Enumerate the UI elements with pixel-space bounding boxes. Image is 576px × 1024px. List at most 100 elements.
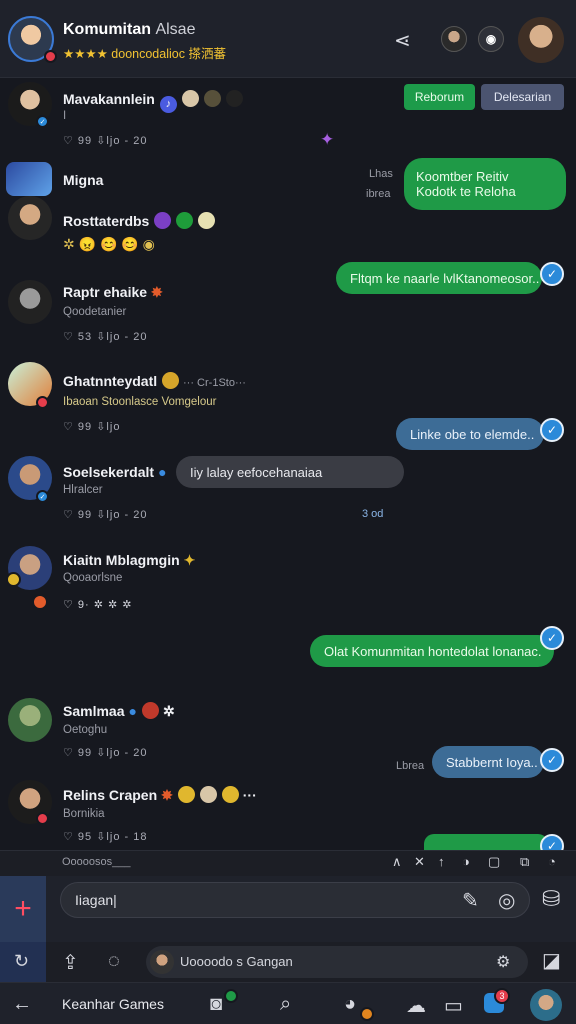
emoji-icon — [176, 212, 194, 229]
emoji-icon — [154, 212, 172, 229]
user-name: Ghatnnteydatl ··· Cr-1Sto··· — [63, 372, 246, 389]
member-avatar[interactable] — [441, 26, 467, 52]
share-icon[interactable]: ⇪ — [62, 950, 79, 975]
composer: + Iiagan| ✎ ◎ ⛁ — [0, 876, 576, 942]
bottom-nav: ← Keanhar Games ◙ ⌕ ◕ ☁ ▭ 3 — [0, 982, 576, 1024]
fire-icon: ✸ — [161, 787, 173, 803]
add-attachment-button[interactable]: + — [0, 876, 46, 942]
timestamp: Lhas — [369, 168, 393, 180]
format-icon[interactable]: ∧ — [392, 854, 402, 870]
read-check-icon: ✓ — [540, 748, 564, 772]
settings-icon[interactable]: ⚙ — [496, 952, 510, 972]
linked-user-chip[interactable]: Uoooodo s Gangan ⚙ — [146, 946, 528, 978]
settings-icon[interactable]: ◉ — [478, 26, 504, 52]
emoji-icon — [162, 372, 180, 389]
alert-badge — [32, 594, 48, 610]
read-check-icon: ✓ — [540, 262, 564, 286]
fire-icon: ✸ — [151, 284, 163, 300]
chat-icon[interactable]: ☁ — [406, 993, 426, 1018]
game-avatar[interactable] — [6, 162, 52, 196]
gamepad-icon[interactable]: ◕ — [344, 993, 356, 1016]
record-icon[interactable]: ◎ — [498, 888, 515, 913]
chat-subtitle: ★★★★ dooncodalioc 搽洒蕃 — [63, 47, 226, 61]
profile-avatar[interactable] — [518, 17, 564, 63]
outgoing-bubble[interactable]: Linke obe to elemde.. — [396, 418, 544, 450]
emoji-icon[interactable]: ◑ — [462, 854, 470, 869]
outgoing-bubble[interactable]: Stabbernt Ioya.. — [432, 746, 544, 778]
verified-icon: ✓ — [36, 490, 49, 503]
box-icon[interactable]: ▢ — [488, 854, 500, 870]
emoji-icon: ♪ — [159, 96, 177, 113]
avatar[interactable] — [8, 698, 52, 742]
user-name: Kiaitn Mblagmgin ✦ — [63, 552, 196, 568]
pencil-icon[interactable]: ✎ — [462, 888, 479, 913]
emoji-icon — [221, 786, 239, 803]
message-stats: ♡ 99 ⇩ljo - 20 — [63, 135, 148, 147]
avatar — [150, 950, 174, 974]
verified-icon: ✓ — [36, 115, 49, 128]
outgoing-bubble[interactable]: Fltqm ke naarle lvlKtanomeosor.. — [336, 262, 542, 294]
message-preview: Ibaoan Stoonlasce Vomgelour — [63, 396, 217, 408]
share-icon[interactable]: ⋖ — [394, 28, 411, 53]
back-icon[interactable]: ← — [12, 993, 32, 1016]
emoji-icon — [141, 702, 159, 719]
message-preview: Hlralcer — [63, 484, 103, 496]
message-list[interactable]: ✓ Mavakannlein ♪ I ♡ 99 ⇩ljo - 20 Reborum… — [0, 78, 576, 850]
camera-icon[interactable]: ◙ — [210, 993, 222, 1016]
emoji-icon — [181, 90, 199, 107]
composer-toolbar: ↻ ⇪ ◌ Uoooodo s Gangan ⚙ ◪ — [0, 942, 576, 982]
timestamp: Lbrea — [396, 760, 425, 772]
status-badge — [224, 989, 238, 1003]
chat-title: Komumitan Alsae — [63, 21, 196, 38]
incoming-bubble[interactable]: Iiy lalay eefocehanaiaa — [176, 456, 404, 488]
message-preview: Qoodetanier — [63, 306, 127, 318]
avatar[interactable] — [8, 196, 52, 240]
composer-status-bar: Ooooosos___ ∧ ✕ ↑ ◑ ▢ ⧉ ◔ — [0, 850, 576, 876]
sparkle-icon: ✲ — [162, 703, 175, 719]
refresh-icon: ↻ — [14, 951, 30, 971]
alert-badge — [44, 50, 57, 63]
trash-icon[interactable]: ⛁ — [542, 886, 560, 912]
profile-avatar[interactable] — [530, 989, 562, 1021]
linked-user-name: Uoooodo s Gangan — [180, 954, 293, 969]
chat-bubble-icon[interactable]: ◌ — [108, 950, 120, 973]
clap-icon: ✦ — [183, 552, 196, 568]
message-input[interactable]: Iiagan| — [60, 882, 530, 918]
message-stats: ♡ 99 ⇩ljo - 20 — [63, 509, 148, 521]
alert-badge — [36, 812, 49, 825]
refresh-button[interactable]: ↻ — [0, 942, 46, 982]
reaction-row: ♡ 9· ✲ ✲ ✲ — [63, 599, 133, 611]
avatar[interactable] — [8, 280, 52, 324]
user-name: Migna — [63, 172, 104, 188]
typing-status: Ooooosos___ — [62, 856, 131, 868]
nav-title: Keanhar Games — [62, 996, 164, 1012]
reaction-row: ✲ 😠 😊 😊 ◉ — [63, 236, 155, 252]
emoji-icon — [198, 212, 216, 229]
read-check-icon: ✓ — [540, 418, 564, 442]
emoji-icon — [225, 90, 243, 107]
secondary-button[interactable]: Delesarian — [481, 84, 564, 110]
timestamp: ibrea — [366, 188, 391, 200]
read-check-icon: ✓ — [540, 834, 564, 850]
search-icon[interactable]: ⌕ — [280, 993, 291, 1016]
clock-icon[interactable]: ◔ — [548, 854, 556, 869]
outgoing-bubble[interactable]: Koomtber Reitiv Kodotk te Reloha — [404, 158, 566, 210]
strike-icon[interactable]: ✕ — [414, 854, 425, 870]
status-badge — [6, 572, 21, 587]
list-icon[interactable]: ↑ — [438, 854, 445, 869]
message-preview: Oetoghu — [63, 724, 108, 736]
image-icon[interactable]: ⧉ — [520, 854, 529, 870]
emoji-icon — [177, 786, 195, 803]
outgoing-bubble[interactable]: Olat Komunmitan hontedolat lonanac. — [310, 635, 554, 667]
sparkle-icon: ✦ — [320, 130, 335, 149]
message-stats: ♡ 99 ⇩ljo — [63, 421, 121, 433]
user-name: Mavakannlein ♪ — [63, 90, 243, 113]
primary-button[interactable]: Reborum — [404, 84, 475, 110]
chat-app: Komumitan Alsae ★★★★ dooncodalioc 搽洒蕃 ⋖ … — [0, 0, 576, 1024]
notification-badge: 3 — [494, 988, 510, 1004]
user-name: Samlmaa ● ✲ — [63, 702, 175, 719]
message-icon[interactable]: ▭ — [444, 993, 463, 1018]
expand-icon[interactable]: ◪ — [542, 948, 561, 973]
message-stats: ♡ 53 ⇩ljo - 20 — [63, 331, 148, 343]
outgoing-bubble[interactable] — [424, 834, 548, 850]
